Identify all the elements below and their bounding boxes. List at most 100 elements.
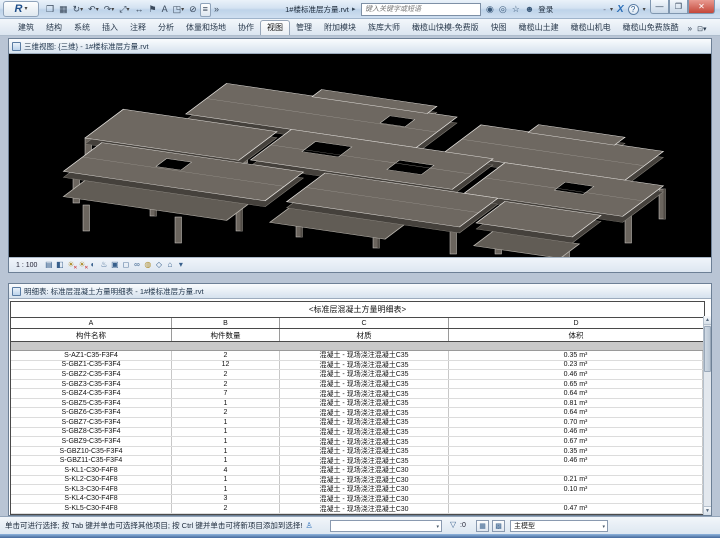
ribbon-tab-附加模块[interactable]: 附加模块 xyxy=(318,21,362,35)
component-count-cell[interactable]: 2 xyxy=(172,504,280,513)
application-menu-button[interactable]: R ▾ xyxy=(3,1,39,17)
component-name-cell[interactable]: S-KL4-C30-F4F8 xyxy=(11,495,172,504)
component-count-cell[interactable]: 1 xyxy=(172,485,280,494)
component-count-cell[interactable]: 1 xyxy=(172,476,280,485)
volume-cell[interactable] xyxy=(449,466,703,475)
component-count-cell[interactable]: 1 xyxy=(172,437,280,446)
sun-settings-icon[interactable]: ☀✕ xyxy=(76,261,87,269)
default-3d-view-icon[interactable]: ◳▾ xyxy=(171,3,187,17)
close-button[interactable]: ✕ xyxy=(688,0,715,14)
material-cell[interactable]: 混凝土 - 现场浇注混凝土C30 xyxy=(280,485,449,494)
3d-viewport-canvas[interactable] xyxy=(9,55,711,258)
scroll-thumb[interactable] xyxy=(704,326,711,372)
volume-cell[interactable]: 0.70 m³ xyxy=(449,418,703,427)
open-icon[interactable]: ❒ xyxy=(44,3,56,17)
minimize-button[interactable]: — xyxy=(650,0,669,14)
ribbon-tab-橄榄山机电[interactable]: 橄榄山机电 xyxy=(565,21,617,35)
design-option-combo[interactable]: 主模型 ▾ xyxy=(510,520,608,532)
volume-cell[interactable]: 0.67 m³ xyxy=(449,437,703,446)
help-caret-icon[interactable]: ▾ xyxy=(643,7,646,13)
material-cell[interactable]: 混凝土 - 现场浇注混凝土C30 xyxy=(280,476,449,485)
volume-cell[interactable]: 0.65 m³ xyxy=(449,380,703,389)
component-count-cell[interactable]: 12 xyxy=(172,361,280,370)
ribbon-tab-视图[interactable]: 视图 xyxy=(260,20,290,35)
material-cell[interactable]: 混凝土 - 现场浇注混凝土C35 xyxy=(280,361,449,370)
ribbon-tab-结构[interactable]: 结构 xyxy=(40,21,68,35)
component-name-cell[interactable]: S-GBZ8-C35-F3F4 xyxy=(11,428,172,437)
component-name-cell[interactable]: S-KL3-C30-F4F8 xyxy=(11,485,172,494)
volume-cell[interactable]: 0.46 m³ xyxy=(449,456,703,465)
ribbon-tab-注释[interactable]: 注释 xyxy=(124,21,152,35)
tag-by-category-icon[interactable]: ⚑ xyxy=(147,3,159,17)
undo-icon[interactable]: ↶▾ xyxy=(86,3,101,17)
component-name-cell[interactable]: S-GBZ2-C35-F3F4 xyxy=(11,370,172,379)
volume-cell[interactable]: 0.64 m³ xyxy=(449,408,703,417)
reveal-hidden-elements-icon[interactable]: ◍ xyxy=(142,261,153,269)
scroll-up-icon[interactable]: ▲ xyxy=(704,316,711,325)
component-name-cell[interactable]: S-KL5-C30-F4F8 xyxy=(11,504,172,513)
signin-user-icon[interactable]: ☻ xyxy=(525,5,534,14)
aligned-dimension-icon[interactable]: ↔ xyxy=(133,3,146,17)
material-cell[interactable]: 混凝土 - 现场浇注混凝土C35 xyxy=(280,408,449,417)
scroll-down-icon[interactable]: ▼ xyxy=(704,506,711,515)
component-count-cell[interactable]: 1 xyxy=(172,418,280,427)
component-count-cell[interactable]: 1 xyxy=(172,447,280,456)
signin-button[interactable]: 登录 xyxy=(538,4,553,15)
expand-caret-icon[interactable]: ▾ xyxy=(175,261,186,269)
component-count-cell[interactable]: 2 xyxy=(172,380,280,389)
maximize-button[interactable]: ❐ xyxy=(669,0,688,14)
volume-cell[interactable] xyxy=(449,495,703,504)
thin-lines-icon[interactable]: ≡ xyxy=(200,3,211,17)
component-count-cell[interactable]: 2 xyxy=(172,370,280,379)
volume-cell[interactable]: 0.47 m³ xyxy=(449,504,703,513)
volume-cell[interactable]: 0.21 m³ xyxy=(449,476,703,485)
component-name-cell[interactable]: S-GBZ10-C35-F3F4 xyxy=(11,447,172,456)
volume-cell[interactable]: 0.23 m³ xyxy=(449,361,703,370)
material-cell[interactable]: 混凝土 - 现场浇注混凝土C30 xyxy=(280,504,449,513)
volume-cell[interactable]: 0.81 m³ xyxy=(449,399,703,408)
component-name-cell[interactable]: S-GBZ5-C35-F3F4 xyxy=(11,399,172,408)
temporary-view-properties-icon[interactable]: ⌂ xyxy=(164,261,175,269)
search-icon[interactable]: ◉ xyxy=(486,5,494,14)
selection-filter-combo[interactable]: ▾ xyxy=(330,520,442,532)
component-name-cell[interactable]: S-AZ1-C35-F3F4 xyxy=(11,351,172,360)
title-bar[interactable]: R ▾ ❒▦↻▾↶▾↷▾⤢▾↔⚑A◳▾⊘≡» 1#楼标准层方量.rvt ▸ ◉◎… xyxy=(0,0,720,19)
volume-cell[interactable]: 0.64 m³ xyxy=(449,389,703,398)
press-drag-toggle[interactable]: ▩ xyxy=(492,520,505,532)
schedule-window-titlebar[interactable]: 明细表: 标准层混凝土方量明细表 - 1#楼标准层方量.rvt xyxy=(9,284,711,299)
shadows-icon[interactable]: ◐ xyxy=(87,261,98,269)
material-cell[interactable]: 混凝土 - 现场浇注混凝土C35 xyxy=(280,456,449,465)
component-name-cell[interactable]: S-GBZ9-C35-F3F4 xyxy=(11,437,172,446)
ribbon-tab-橄榄山快模-免费版[interactable]: 橄榄山快模-免费版 xyxy=(406,21,485,35)
help-icon[interactable]: ? xyxy=(628,4,639,15)
ribbon-tab-插入[interactable]: 插入 xyxy=(96,21,124,35)
favorites-icon[interactable]: ☆ xyxy=(512,5,520,14)
text-icon[interactable]: A xyxy=(160,3,170,17)
component-count-cell[interactable]: 4 xyxy=(172,466,280,475)
material-cell[interactable]: 混凝土 - 现场浇注混凝土C35 xyxy=(280,418,449,427)
ribbon-tabs-overflow-icon[interactable]: » xyxy=(685,22,695,35)
component-name-cell[interactable]: S-GBZ11-C35-F3F4 xyxy=(11,456,172,465)
component-name-cell[interactable]: S-GBZ3-C35-F3F4 xyxy=(11,380,172,389)
visual-style-icon[interactable]: ◧ xyxy=(54,261,65,269)
redo-icon[interactable]: ↷▾ xyxy=(102,3,117,17)
ribbon-tab-分析[interactable]: 分析 xyxy=(152,21,180,35)
sun-path-icon[interactable]: ☀✕ xyxy=(65,261,76,269)
material-cell[interactable]: 混凝土 - 现场浇注混凝土C35 xyxy=(280,447,449,456)
component-count-cell[interactable]: 1 xyxy=(172,456,280,465)
save-icon[interactable]: ▦ xyxy=(57,3,70,17)
material-cell[interactable]: 混凝土 - 现场浇注混凝土C30 xyxy=(280,495,449,504)
column-letter-B[interactable]: B xyxy=(172,318,280,328)
column-letter-C[interactable]: C xyxy=(280,318,449,328)
component-name-cell[interactable]: S-KL2-C30-F4F8 xyxy=(11,476,172,485)
ribbon-tab-建筑[interactable]: 建筑 xyxy=(12,21,40,35)
infocenter-expand-icon[interactable]: ▸ xyxy=(352,5,356,13)
volume-cell[interactable]: 0.35 m³ xyxy=(449,351,703,360)
volume-cell[interactable]: 0.46 m³ xyxy=(449,428,703,437)
temporary-hide-isolate-icon[interactable]: ∞ xyxy=(131,261,142,269)
material-cell[interactable]: 混凝土 - 现场浇注混凝土C35 xyxy=(280,351,449,360)
volume-cell[interactable]: 0.10 m³ xyxy=(449,485,703,494)
component-name-cell[interactable]: S-GBZ1-C35-F3F4 xyxy=(11,361,172,370)
filter-icon[interactable]: ▽ xyxy=(450,520,456,529)
material-cell[interactable]: 混凝土 - 现场浇注混凝土C35 xyxy=(280,399,449,408)
